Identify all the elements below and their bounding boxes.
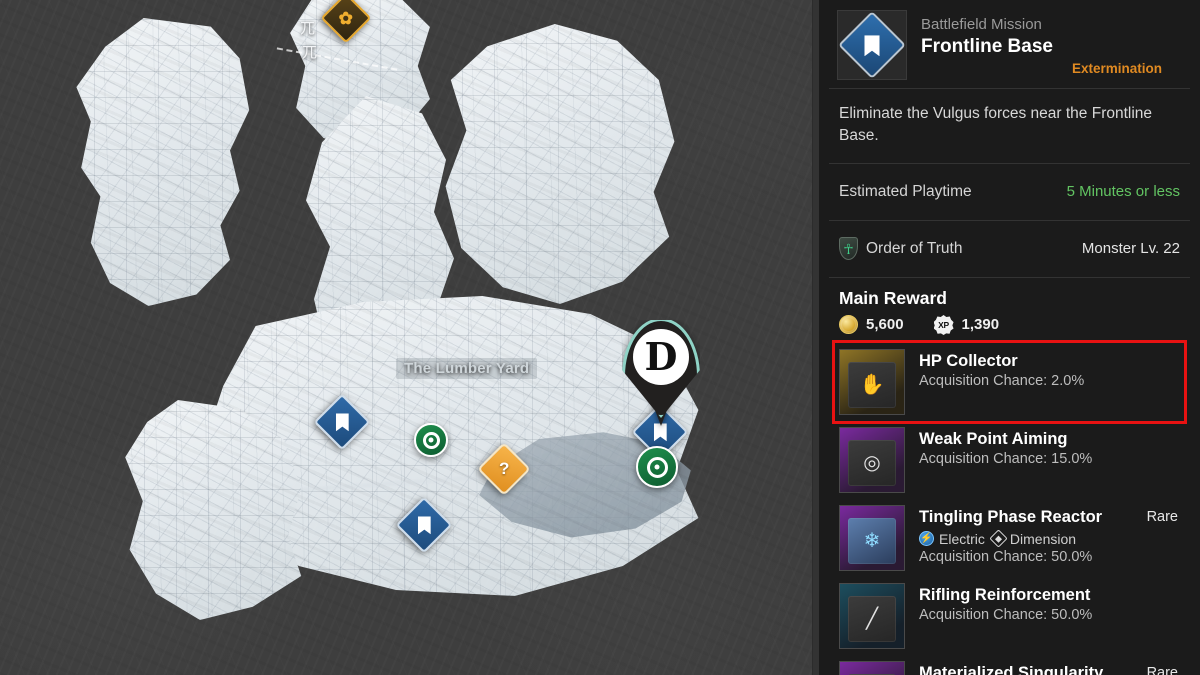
mission-map-screen: 兀 兀 ✿ ? D The Lumber Yard Battlefield Mi…: [0, 0, 1200, 675]
reward-item-thumbnail: ✋: [839, 348, 905, 415]
electric-icon: ⚡: [919, 531, 934, 547]
special-marker-symbol: ✿: [338, 8, 354, 28]
reward-item-name: Materialized Singularity: [919, 663, 1104, 675]
reward-item-thumbnail: ◎: [839, 426, 905, 493]
reward-item-name: HP Collector: [919, 351, 1018, 370]
reward-item[interactable]: ✋ HP Collector Acquisition Chance: 2.0%: [832, 339, 1187, 424]
reward-item-chance: Acquisition Chance: 15.0%: [919, 450, 1093, 467]
reward-item-chance: Acquisition Chance: 50.0%: [919, 606, 1093, 623]
main-reward-title: Main Reward: [839, 287, 947, 308]
faction-label-group: Order of Truth: [839, 237, 963, 261]
reward-item[interactable]: ❄ Tingling Phase Reactor ⚡ Electric Dime…: [835, 499, 1184, 577]
map-marker-quest[interactable]: ?: [477, 442, 531, 496]
reward-item-thumbnail: ╱: [839, 582, 905, 649]
battlefield-banner-icon: [336, 413, 349, 431]
xp-amount: 1,390: [961, 316, 1000, 334]
quest-marker-symbol: ?: [498, 458, 510, 478]
mission-info-panel: Battlefield Mission Frontline Base Exter…: [812, 0, 1200, 675]
outpost-ring-icon: [422, 431, 440, 449]
xp-badge-icon: XP: [933, 314, 954, 335]
gold-amount: 5,600: [866, 316, 904, 334]
faction-row: Order of Truth Monster Lv. 22: [819, 221, 1200, 277]
dimension-icon: [989, 529, 1008, 548]
attribute-electric: ⚡ Electric: [919, 531, 985, 547]
map-marker-battlefield[interactable]: [313, 393, 371, 451]
currency-row: 5,600 XP 1,390: [819, 314, 1200, 343]
world-map[interactable]: 兀 兀 ✿ ? D The Lumber Yard: [0, 0, 812, 675]
reward-item-chance: Acquisition Chance: 50.0%: [919, 548, 1093, 565]
map-landmass: [445, 24, 675, 304]
battlefield-banner-icon: [418, 516, 431, 534]
reward-item-chance: Acquisition Chance: 2.0%: [919, 372, 1085, 389]
reward-item[interactable]: ◆ Materialized Singularity Rare: [835, 655, 1184, 675]
faction-label: Order of Truth: [866, 239, 963, 257]
xp-currency: XP 1,390: [933, 314, 1000, 335]
map-marker-outpost[interactable]: [414, 423, 448, 457]
map-marker-outpost[interactable]: [636, 446, 678, 488]
battlefield-mission-icon: [837, 10, 907, 80]
map-selected-pin[interactable]: D: [622, 318, 700, 431]
reward-item-symbol: ❄: [863, 529, 881, 552]
reward-item-symbol: ◎: [863, 451, 881, 474]
mission-description: Eliminate the Vulgus forces near the Fro…: [839, 105, 1153, 145]
estimated-playtime-label: Estimated Playtime: [839, 182, 972, 200]
estimated-playtime-row: Estimated Playtime 5 Minutes or less: [819, 164, 1200, 220]
monster-level-value: Monster Lv. 22: [1081, 240, 1180, 258]
pin-letter: D: [644, 334, 678, 379]
reward-item-attributes: ⚡ Electric Dimension: [919, 529, 1133, 548]
map-place-label: The Lumber Yard: [396, 358, 538, 379]
reward-item-name: Rifling Reinforcement: [919, 585, 1091, 604]
attribute-dimension: Dimension: [989, 529, 1077, 548]
map-glyph-icon: 兀: [300, 21, 316, 37]
map-landmass: [76, 18, 250, 306]
reward-item-thumbnail: ❄: [839, 504, 905, 571]
mission-header: Battlefield Mission Frontline Base Exter…: [819, 0, 1200, 88]
reward-item-rarity: Rare: [1146, 508, 1178, 525]
attribute-label: Electric: [939, 530, 985, 547]
reward-item[interactable]: ◎ Weak Point Aiming Acquisition Chance: …: [835, 421, 1184, 499]
reward-item-thumbnail: ◆: [839, 660, 905, 675]
shield-icon: [839, 237, 858, 261]
reward-item-name: Weak Point Aiming: [919, 429, 1068, 448]
reward-item-name: Tingling Phase Reactor: [919, 507, 1103, 526]
attribute-label: Dimension: [1009, 530, 1077, 547]
banner-icon: [865, 35, 880, 56]
estimated-playtime-value: 5 Minutes or less: [1066, 183, 1180, 201]
reward-item-symbol: ╱: [865, 607, 879, 630]
mission-name-title: Frontline Base: [921, 35, 1053, 57]
reward-item-rarity: Rare: [1146, 664, 1178, 675]
gold-currency: 5,600: [839, 315, 904, 335]
pin-emblem: D: [633, 329, 689, 385]
mission-type-label: Battlefield Mission: [921, 16, 1042, 33]
map-glyph-icon: 兀: [302, 45, 318, 61]
reward-item-symbol: ✋: [859, 373, 885, 396]
gold-coin-icon: [839, 315, 858, 335]
reward-item[interactable]: ╱ Rifling Reinforcement Acquisition Chan…: [835, 577, 1184, 655]
reward-item-list: ✋ HP Collector Acquisition Chance: 2.0% …: [819, 339, 1200, 675]
map-marker-special[interactable]: ✿: [320, 0, 372, 44]
mission-tag-badge: Extermination: [1071, 61, 1162, 77]
map-marker-battlefield[interactable]: [395, 496, 453, 554]
outpost-ring-icon: [646, 456, 668, 478]
